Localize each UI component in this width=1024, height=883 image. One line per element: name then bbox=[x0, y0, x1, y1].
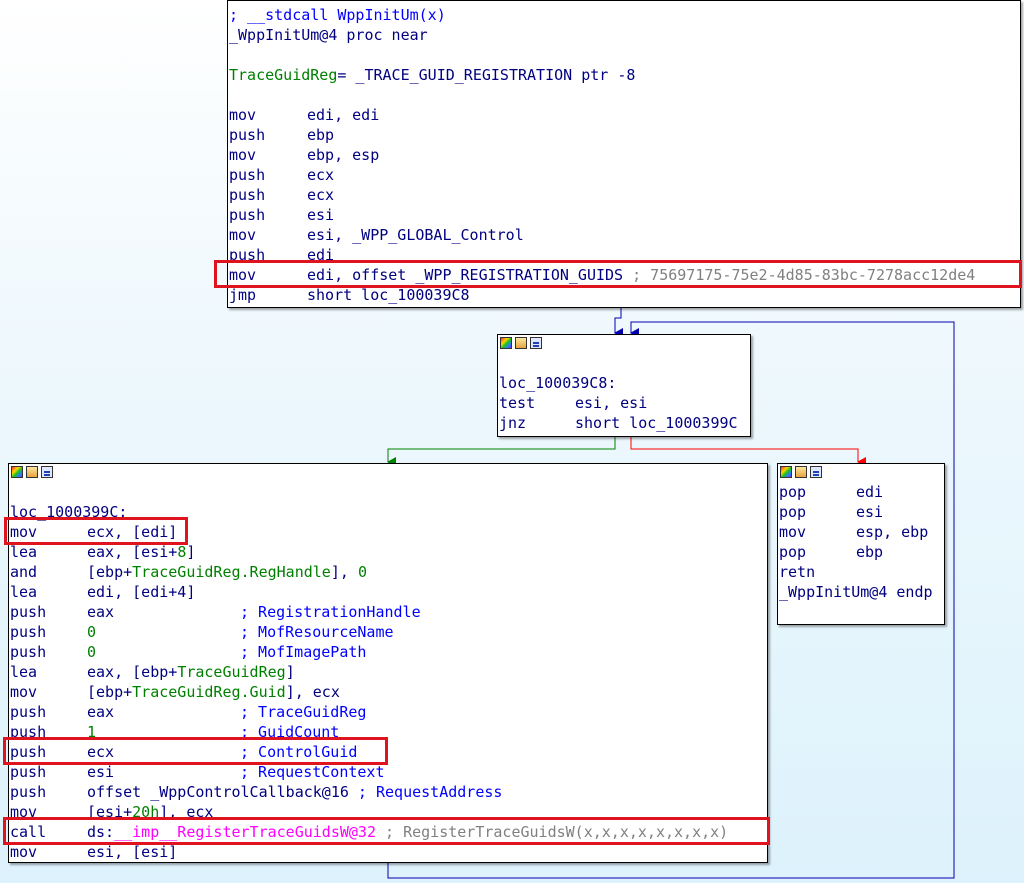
instruction-line[interactable]: pop ebp bbox=[779, 542, 883, 562]
instruction-line[interactable]: lea eax, [ebp+TraceGuidReg] bbox=[10, 662, 295, 682]
instruction-line[interactable]: test esi, esi bbox=[499, 393, 647, 413]
instruction-line[interactable]: jmp short loc_100039C8 bbox=[229, 285, 470, 305]
instruction-line[interactable]: pop esi bbox=[779, 502, 883, 522]
instruction-line[interactable]: pop edi bbox=[779, 482, 883, 502]
edit-node-icon[interactable] bbox=[515, 337, 527, 349]
block-label: loc_100039C8: bbox=[499, 374, 617, 392]
node-toolbar bbox=[9, 464, 767, 483]
instruction-line[interactable]: retn bbox=[779, 562, 856, 582]
instruction-line[interactable]: push ebp bbox=[229, 125, 334, 145]
instruction-line[interactable]: push esi; RequestContext bbox=[10, 762, 385, 782]
instruction-line[interactable]: mov esi, [esi] bbox=[10, 842, 177, 862]
instruction-line[interactable]: push 0; MofResourceName bbox=[10, 622, 394, 642]
function-prologue-block[interactable]: ; __stdcall WppInitUm(x) _WppInitUm@4 pr… bbox=[227, 0, 1021, 308]
edit-node-icon[interactable] bbox=[26, 466, 38, 478]
instruction-line[interactable]: push eax; RegistrationHandle bbox=[10, 602, 421, 622]
instruction-line[interactable]: mov ebp, esp bbox=[229, 145, 379, 165]
edge-branch-taken bbox=[387, 437, 616, 467]
instruction-line[interactable]: mov esp, ebp bbox=[779, 522, 928, 542]
instruction-line-load-guid[interactable]: mov ecx, [edi] bbox=[10, 522, 177, 542]
instruction-line[interactable]: and [ebp+TraceGuidReg.RegHandle], 0 bbox=[10, 562, 367, 582]
instruction-line[interactable]: jnz short loc_1000399C bbox=[499, 413, 738, 433]
node-toolbar bbox=[778, 464, 944, 483]
color-palette-icon[interactable] bbox=[780, 466, 792, 478]
loop-body-block[interactable]: loc_1000399C: mov ecx, [edi] lea eax, [esi… bbox=[8, 463, 768, 863]
instruction-line[interactable]: lea edi, [edi+4] bbox=[10, 582, 195, 602]
node-toolbar bbox=[498, 335, 750, 354]
function-comment: ; __stdcall WppInitUm(x) bbox=[229, 6, 446, 24]
instruction-line[interactable]: push 1; GuidCount bbox=[10, 722, 339, 742]
instruction-line[interactable]: push eax; TraceGuidReg bbox=[10, 702, 366, 722]
instruction-line[interactable]: push ecx bbox=[229, 185, 334, 205]
color-palette-icon[interactable] bbox=[500, 337, 512, 349]
proc-declaration: _WppInitUm@4 proc near bbox=[229, 26, 428, 44]
instruction-line[interactable]: push esi bbox=[229, 205, 334, 225]
instruction-line[interactable]: mov [esi+20h], ecx bbox=[10, 802, 213, 822]
local-var-definition: TraceGuidReg= _TRACE_GUID_REGISTRATION p… bbox=[229, 66, 636, 84]
loop-test-block[interactable]: loc_100039C8: test esi, esi jnz short loc_… bbox=[497, 334, 751, 437]
graph-icon[interactable] bbox=[530, 337, 542, 349]
edit-node-icon[interactable] bbox=[795, 466, 807, 478]
instruction-line[interactable]: mov [ebp+TraceGuidReg.Guid], ecx bbox=[10, 682, 340, 702]
instruction-line[interactable]: push 0; MofImagePath bbox=[10, 642, 366, 662]
edge-branch-not-taken bbox=[630, 437, 866, 467]
instruction-line[interactable]: push ecx bbox=[229, 165, 334, 185]
instruction-line[interactable]: mov edi, edi bbox=[229, 105, 379, 125]
instruction-line[interactable]: push edi bbox=[229, 245, 334, 265]
function-epilogue-block[interactable]: pop edi pop esi mov esp, ebp pop ebp retn _W… bbox=[777, 463, 945, 625]
block-label: loc_1000399C: bbox=[10, 503, 128, 521]
proc-end: _WppInitUm@4 endp bbox=[779, 583, 933, 601]
graph-icon[interactable] bbox=[810, 466, 822, 478]
instruction-line-push-control-guid[interactable]: push ecx; ControlGuid bbox=[10, 742, 357, 762]
edge-top-to-loop bbox=[614, 308, 623, 338]
instruction-line[interactable]: lea eax, [esi+8] bbox=[10, 542, 195, 562]
instruction-line[interactable]: mov esi, _WPP_GLOBAL_Control bbox=[229, 225, 524, 245]
instruction-line-register-trace-guids[interactable]: call ds:__imp__RegisterTraceGuidsW@32 ; R… bbox=[10, 822, 728, 842]
instruction-line-registration-guids[interactable]: mov edi, offset _WPP_REGISTRATION_GUIDS ;… bbox=[229, 265, 975, 285]
instruction-line[interactable]: push offset _WppControlCallback@16 ; Requ… bbox=[10, 782, 502, 802]
graph-icon[interactable] bbox=[41, 466, 53, 478]
color-palette-icon[interactable] bbox=[11, 466, 23, 478]
